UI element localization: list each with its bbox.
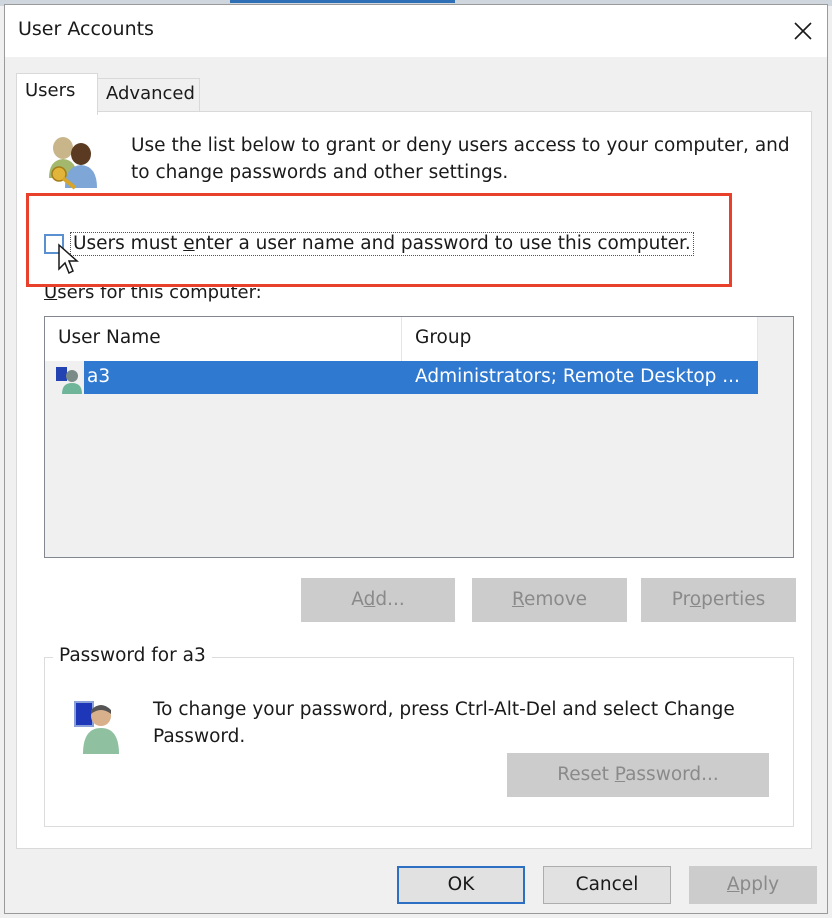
- reset-password-button[interactable]: Reset Password...: [507, 753, 769, 797]
- btn-mnemonic: o: [689, 589, 702, 610]
- btn-mnemonic: d: [363, 589, 376, 610]
- btn-text: pply: [739, 874, 780, 895]
- tab-users[interactable]: Users: [16, 73, 98, 115]
- btn-text: A: [351, 589, 364, 610]
- close-icon: [794, 22, 812, 40]
- tab-advanced[interactable]: Advanced: [97, 78, 200, 113]
- add-button[interactable]: Add...: [301, 578, 455, 622]
- label-text: sers for this computer:: [57, 282, 262, 303]
- btn-text: OK: [447, 874, 475, 895]
- column-header-user-name[interactable]: User Name: [45, 317, 402, 361]
- password-instruction-text: To change your password, press Ctrl-Alt-…: [153, 699, 735, 747]
- cell-group: Administrators; Remote Desktop ...: [415, 366, 740, 387]
- user-account-icon: [56, 367, 82, 394]
- ok-button[interactable]: OK: [397, 866, 525, 904]
- properties-button[interactable]: Properties: [641, 578, 796, 622]
- users-for-computer-label: Users for this computer:: [44, 282, 262, 303]
- label-mnemonic: e: [183, 233, 195, 254]
- users-key-icon: [49, 137, 97, 190]
- require-login-checkbox-row[interactable]: Users must enter a user name and passwor…: [44, 231, 694, 257]
- users-tab-panel: Use the list below to grant or deny user…: [16, 111, 812, 849]
- require-login-label[interactable]: Users must enter a user name and passwor…: [70, 232, 694, 256]
- users-list[interactable]: User Name Group a3 Administrators; Remot…: [44, 316, 794, 558]
- tab-advanced-label: Advanced: [106, 83, 195, 104]
- mouse-cursor-icon: [58, 243, 79, 275]
- btn-text: perties: [701, 589, 766, 610]
- close-button[interactable]: [783, 11, 823, 51]
- cell-user-name: a3: [87, 366, 111, 387]
- intro-text: Use the list below to grant or deny user…: [131, 135, 790, 183]
- password-group-title: Password for a3: [53, 645, 212, 666]
- user-accounts-dialog: User Accounts Users Advanced Use the lis…: [4, 4, 828, 914]
- user-password-icon: [74, 701, 119, 754]
- list-row[interactable]: a3 Administrators; Remote Desktop ...: [45, 361, 758, 395]
- btn-text: Reset: [557, 764, 615, 785]
- column-header-group[interactable]: Group: [402, 317, 758, 361]
- tab-users-label: Users: [25, 80, 76, 101]
- title-bar: User Accounts: [5, 5, 827, 57]
- btn-text: assword...: [625, 764, 719, 785]
- remove-button[interactable]: Remove: [472, 578, 627, 622]
- background-tab: [358, 0, 448, 3]
- btn-mnemonic: P: [614, 764, 626, 785]
- label-mnemonic: U: [44, 282, 58, 303]
- btn-text: emove: [523, 589, 588, 610]
- cancel-button[interactable]: Cancel: [543, 866, 671, 904]
- list-header: User Name Group: [45, 317, 758, 361]
- btn-mnemonic: A: [726, 874, 740, 895]
- apply-button[interactable]: Apply: [689, 866, 817, 904]
- label-text-suffix: nter a user name and password to use thi…: [194, 233, 691, 254]
- password-groupbox: Password for a3 To change your password,…: [44, 645, 794, 827]
- window-title: User Accounts: [18, 18, 154, 40]
- btn-text: d...: [375, 589, 405, 610]
- btn-mnemonic: R: [511, 589, 524, 610]
- label-text-prefix: Users must: [73, 233, 184, 254]
- btn-text: Cancel: [575, 874, 639, 895]
- btn-text: Pr: [671, 589, 690, 610]
